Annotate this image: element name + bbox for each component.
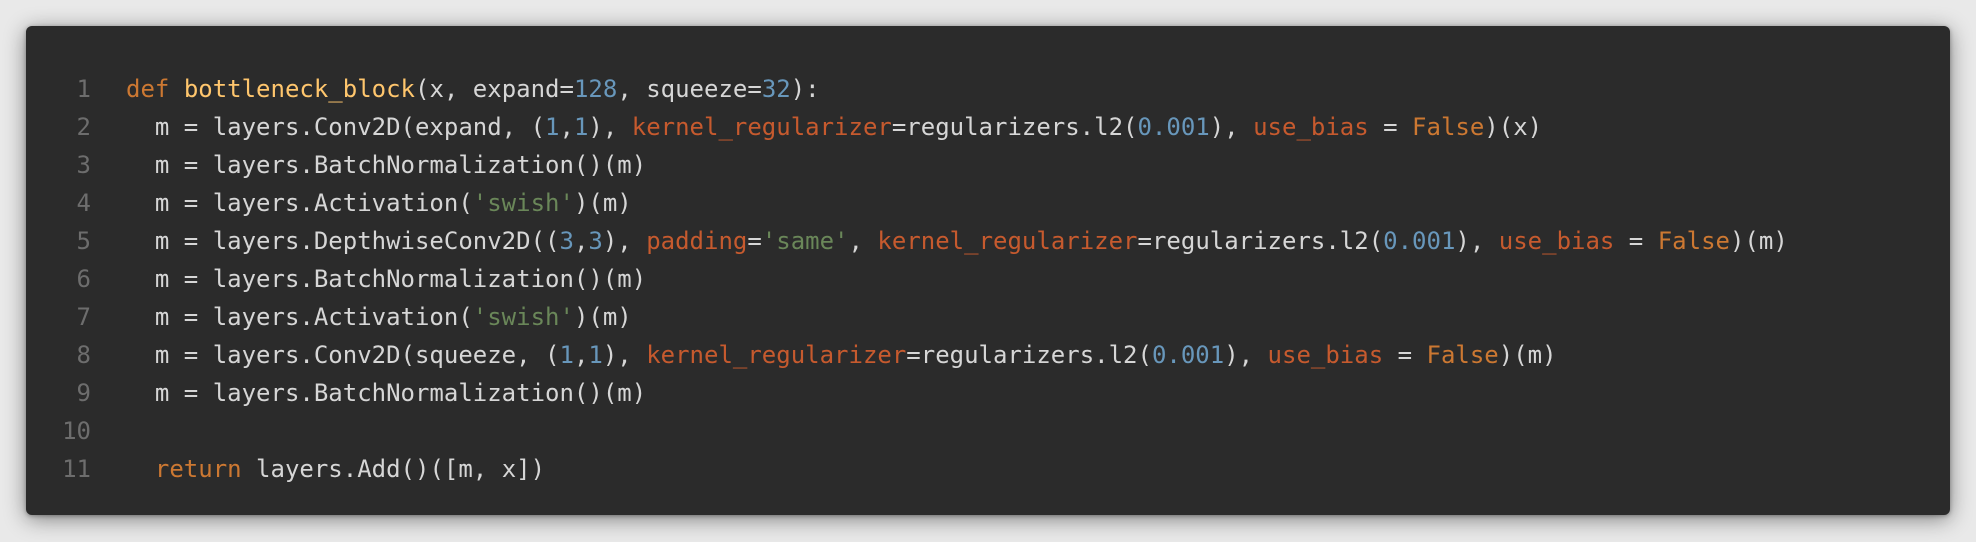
code-token: False <box>1657 227 1730 255</box>
code-token: , <box>573 227 589 255</box>
code-token: , <box>573 341 589 369</box>
code-token: = <box>1614 227 1658 255</box>
code-line: 2 m = layers.Conv2D(expand, (1,1), kerne… <box>26 108 1950 146</box>
code-token: 1 <box>545 113 560 141</box>
code-token: padding <box>646 227 748 255</box>
code-token: m = layers.BatchNormalization()(m) <box>126 379 647 407</box>
code-token: ), <box>1224 341 1268 369</box>
code-token: )(m) <box>573 189 632 217</box>
line-number: 9 <box>76 379 91 407</box>
code-token: kernel_regularizer <box>646 341 907 369</box>
code-token: 128 <box>573 75 618 103</box>
code-line-content: m = layers.Conv2D(expand, (1,1), kernel_… <box>91 108 1542 146</box>
code-token: ), <box>1209 113 1254 141</box>
code-line-content: m = layers.DepthwiseConv2D((3,3), paddin… <box>91 222 1788 260</box>
code-token: 32 <box>761 75 791 103</box>
code-token: ), <box>602 227 647 255</box>
code-line-content: m = layers.Conv2D(squeeze, (1,1), kernel… <box>91 336 1557 374</box>
code-token: 'same' <box>761 227 849 255</box>
code-token: use_bias <box>1498 227 1615 255</box>
code-line: 5 m = layers.DepthwiseConv2D((3,3), padd… <box>26 222 1950 260</box>
code-token: m = layers.Conv2D(squeeze, ( <box>126 341 560 369</box>
code-token: ), <box>602 341 647 369</box>
code-token: =regularizers.l2( <box>906 341 1152 369</box>
code-token: def <box>126 75 170 103</box>
code-token: 0.001 <box>1137 113 1210 141</box>
code-line-content <box>91 412 126 450</box>
code-token: m = layers.DepthwiseConv2D(( <box>126 227 560 255</box>
code-token: (x, expand= <box>415 75 574 103</box>
code-line-content: m = layers.BatchNormalization()(m) <box>91 260 646 298</box>
code-line-content: m = layers.Activation('swish')(m) <box>91 184 632 222</box>
code-token: m = layers.BatchNormalization()(m) <box>126 265 647 293</box>
code-token: 1 <box>588 341 603 369</box>
code-token: 'swish' <box>472 303 574 331</box>
code-token: m = layers.BatchNormalization()(m) <box>126 151 647 179</box>
code-token: 3 <box>559 227 574 255</box>
code-token: 0.001 <box>1383 227 1456 255</box>
code-line: 7 m = layers.Activation('swish')(m) <box>26 298 1950 336</box>
code-token: ): <box>790 75 820 103</box>
line-number: 1 <box>76 75 91 103</box>
code-line-content: return layers.Add()([m, x]) <box>91 450 545 488</box>
code-token: , squeeze= <box>617 75 762 103</box>
code-token: m = layers.Activation( <box>126 303 473 331</box>
code-body: 1 def bottleneck_block(x, expand=128, squ… <box>26 70 1950 488</box>
code-token: = <box>747 227 762 255</box>
code-token: = <box>1383 341 1427 369</box>
code-token: 1 <box>573 113 589 141</box>
line-number: 2 <box>76 113 91 141</box>
code-token: kernel_regularizer <box>877 227 1138 255</box>
code-token: ), <box>1455 227 1499 255</box>
line-number: 6 <box>76 265 91 293</box>
code-token: 1 <box>559 341 574 369</box>
code-token: use_bias <box>1267 341 1384 369</box>
code-token: kernel_regularizer <box>631 113 892 141</box>
code-token: m = layers.Activation( <box>126 189 473 217</box>
code-line-content: m = layers.Activation('swish')(m) <box>91 298 632 336</box>
line-number: 10 <box>62 417 91 445</box>
code-line: 8 m = layers.Conv2D(squeeze, (1,1), kern… <box>26 336 1950 374</box>
code-token: 3 <box>588 227 603 255</box>
code-line: 4 m = layers.Activation('swish')(m) <box>26 184 1950 222</box>
code-token: bottleneck_block <box>183 75 415 103</box>
code-line-content: def bottleneck_block(x, expand=128, sque… <box>91 70 820 108</box>
code-token: return <box>154 455 242 483</box>
code-line-content: m = layers.BatchNormalization()(m) <box>91 374 646 412</box>
code-token: False <box>1412 113 1485 141</box>
line-number: 8 <box>76 341 91 369</box>
code-token: , <box>559 113 574 141</box>
code-line: 10 <box>26 412 1950 450</box>
code-token: =regularizers.l2( <box>1137 227 1384 255</box>
code-token: =regularizers.l2( <box>891 113 1138 141</box>
line-number: 5 <box>76 227 91 255</box>
code-token: 'swish' <box>472 189 574 217</box>
code-line: 1 def bottleneck_block(x, expand=128, squ… <box>26 70 1950 108</box>
code-snippet-window: 1 def bottleneck_block(x, expand=128, squ… <box>26 26 1950 515</box>
code-line-content: m = layers.BatchNormalization()(m) <box>91 146 646 184</box>
code-token: layers.Add()([m, x]) <box>241 455 546 483</box>
line-number: 4 <box>76 189 91 217</box>
code-token: use_bias <box>1253 113 1369 141</box>
line-number: 11 <box>62 455 91 483</box>
code-line: 6 m = layers.BatchNormalization()(m) <box>26 260 1950 298</box>
line-number: 7 <box>76 303 91 331</box>
code-token: 0.001 <box>1151 341 1225 369</box>
code-token: )(m) <box>1498 341 1557 369</box>
code-line: 3 m = layers.BatchNormalization()(m) <box>26 146 1950 184</box>
code-token: )(x) <box>1484 113 1543 141</box>
code-token: m = layers.Conv2D(expand, ( <box>126 113 546 141</box>
code-line: 11 return layers.Add()([m, x]) <box>26 450 1950 488</box>
code-token: = <box>1368 113 1413 141</box>
line-number: 3 <box>76 151 91 179</box>
code-token: ), <box>588 113 632 141</box>
code-token: , <box>848 227 878 255</box>
code-token: )(m) <box>1729 227 1788 255</box>
code-line: 9 m = layers.BatchNormalization()(m) <box>26 374 1950 412</box>
code-token: False <box>1426 341 1499 369</box>
code-token: )(m) <box>573 303 632 331</box>
